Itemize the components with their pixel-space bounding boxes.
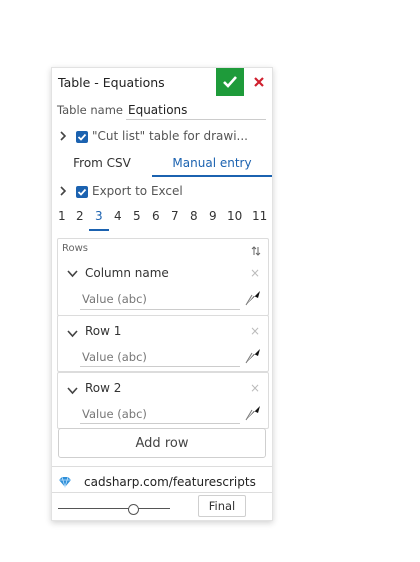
row-2-underline: [80, 423, 240, 424]
export-label: Export to Excel: [92, 184, 183, 198]
feature-dialog: Table - Equations Table name Equations "…: [51, 67, 273, 521]
add-row-button[interactable]: Add row: [58, 428, 266, 458]
tab-manual-entry[interactable]: Manual entry: [157, 151, 267, 175]
rollback-slider[interactable]: [58, 504, 170, 515]
chevron-down-icon[interactable]: [67, 330, 78, 338]
tab-number-2[interactable]: 2: [76, 209, 84, 223]
column-name-label: Column name: [85, 266, 169, 280]
chevron-right-icon[interactable]: [58, 186, 68, 196]
row-2-label: Row 2: [85, 381, 122, 395]
dialog-title: Table - Equations: [58, 75, 165, 90]
tab-number-11[interactable]: 11: [252, 209, 267, 223]
expression-icon[interactable]: [244, 404, 262, 422]
featurescripts-link[interactable]: cadsharp.com/featurescripts: [84, 475, 256, 489]
row-item-2: Row 2 × Value (abc): [57, 372, 269, 429]
slider-thumb[interactable]: [128, 504, 140, 515]
table-name-row: Table name Equations: [52, 100, 272, 120]
export-checkbox[interactable]: [76, 186, 88, 198]
rows-header-label: Rows: [62, 243, 89, 254]
table-name-underline: [126, 119, 266, 120]
slider-track: [58, 508, 170, 509]
table-name-label: Table name: [57, 103, 124, 117]
tab-number-3[interactable]: 3: [95, 209, 103, 223]
slider-divider: [52, 492, 272, 493]
remove-row-1-icon[interactable]: ×: [250, 324, 260, 338]
tab-number-10[interactable]: 10: [227, 209, 242, 223]
row-1-underline: [80, 366, 240, 367]
cut-list-row: "Cut list" table for drawi...: [52, 126, 272, 146]
number-tabs: 1 2 3 4 5 6 7 8 9 10 11: [52, 209, 272, 231]
cut-list-label: "Cut list" table for drawi...: [92, 129, 248, 143]
tab-number-9[interactable]: 9: [209, 209, 217, 223]
tab-number-6[interactable]: 6: [152, 209, 160, 223]
row-1-value-input[interactable]: Value (abc): [82, 350, 147, 364]
confirm-button[interactable]: [216, 68, 244, 96]
export-row: Export to Excel: [52, 181, 272, 201]
rows-header-box: Rows Column name × Value (abc): [57, 238, 269, 316]
expression-icon[interactable]: [244, 347, 262, 365]
tab-number-4[interactable]: 4: [114, 209, 122, 223]
table-name-input[interactable]: Equations: [128, 103, 187, 117]
row-item-1: Row 1 × Value (abc): [57, 315, 269, 372]
chevron-right-icon[interactable]: [58, 131, 68, 141]
source-tabs: From CSV Manual entry: [52, 151, 272, 177]
tab-number-7[interactable]: 7: [171, 209, 179, 223]
check-icon: [223, 76, 237, 88]
active-number-indicator: [89, 229, 109, 231]
close-icon: [254, 77, 264, 87]
tab-number-8[interactable]: 8: [190, 209, 198, 223]
chevron-down-icon[interactable]: [67, 387, 78, 395]
expression-icon[interactable]: [244, 289, 262, 307]
footer-divider: [52, 466, 272, 467]
tab-from-csv[interactable]: From CSV: [52, 151, 152, 175]
remove-row-2-icon[interactable]: ×: [250, 381, 260, 395]
final-button[interactable]: Final: [198, 495, 246, 517]
tab-number-5[interactable]: 5: [133, 209, 141, 223]
cut-list-checkbox[interactable]: [76, 131, 88, 143]
cancel-button[interactable]: [246, 68, 272, 96]
chevron-down-icon[interactable]: [67, 270, 78, 278]
column-name-value-input[interactable]: Value (abc): [82, 292, 147, 306]
diamond-icon: [59, 476, 71, 488]
sort-icon[interactable]: [250, 245, 262, 257]
remove-column-icon[interactable]: ×: [250, 266, 260, 280]
row-1-label: Row 1: [85, 324, 122, 338]
row-2-value-input[interactable]: Value (abc): [82, 407, 147, 421]
tab-number-1[interactable]: 1: [58, 209, 66, 223]
dialog-header: Table - Equations: [52, 68, 272, 96]
active-tab-indicator: [152, 175, 272, 177]
column-value-underline: [80, 309, 240, 310]
